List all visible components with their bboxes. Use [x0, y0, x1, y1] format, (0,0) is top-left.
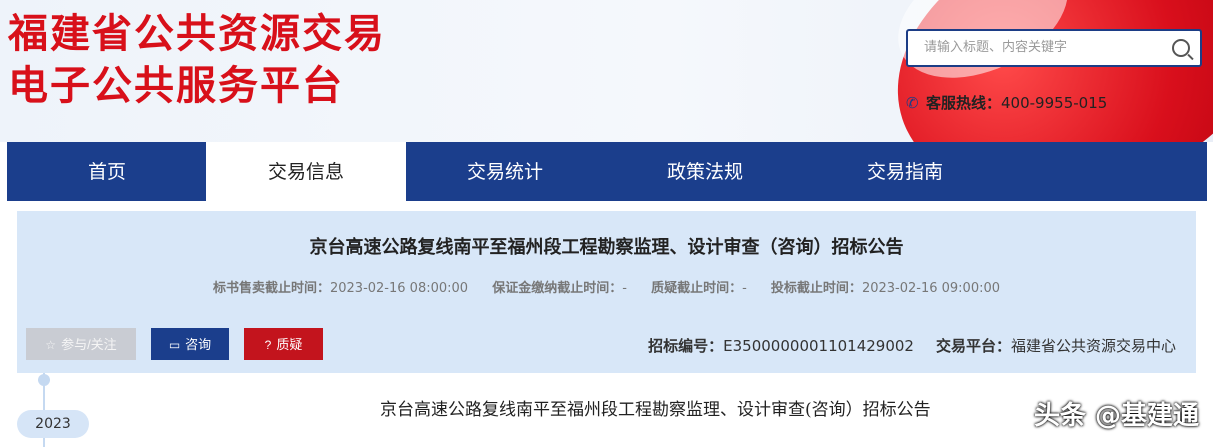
- star-icon: ☆: [45, 338, 57, 352]
- watermark: 头条 @基建通: [1033, 401, 1199, 431]
- search-box: [906, 29, 1202, 67]
- site-logo[interactable]: 福建省公共资源交易 电子公共服务平台: [8, 8, 386, 112]
- nav-item-trade-stats[interactable]: 交易统计: [405, 142, 605, 201]
- nav-item-guide[interactable]: 交易指南: [805, 142, 1005, 201]
- nav-item-trade-info[interactable]: 交易信息: [206, 142, 406, 201]
- bid-no-label: 招标编号：: [648, 337, 724, 355]
- platform-value: 福建省公共资源交易中心: [1010, 337, 1176, 355]
- phone-icon: ✆: [906, 94, 919, 112]
- consult-button[interactable]: ▭ 咨询: [151, 328, 229, 360]
- site-header: 福建省公共资源交易 电子公共服务平台 ✆ 客服热线：400-9955-015: [0, 0, 1213, 142]
- notice-info: 招标编号：E3500000001101429002 交易平台：福建省公共资源交易中…: [648, 335, 1176, 356]
- meta-bid-deadline: 投标截止时间：2023-02-16 09:00:00: [770, 281, 1001, 296]
- follow-button[interactable]: ☆ 参与/关注: [26, 328, 136, 360]
- nav-item-home[interactable]: 首页: [7, 142, 207, 201]
- hotline: ✆ 客服热线：400-9955-015: [906, 92, 1107, 113]
- hotline-label: 客服热线：: [926, 94, 1002, 112]
- nav-item-policy[interactable]: 政策法规: [605, 142, 805, 201]
- meta-query-deadline: 质疑截止时间：-: [651, 281, 747, 296]
- bid-no: E3500000001101429002: [723, 337, 914, 355]
- logo-line1: 福建省公共资源交易: [8, 11, 386, 57]
- timeline-year[interactable]: 2023: [17, 410, 89, 438]
- query-button[interactable]: ? 质疑: [244, 328, 323, 360]
- main-nav: 首页 交易信息 交易统计 政策法规 交易指南: [7, 142, 1207, 201]
- notice-meta: 标书售卖截止时间：2023-02-16 08:00:00 保证金缴纳截止时间：-…: [17, 277, 1196, 296]
- hotline-number: 400-9955-015: [1001, 94, 1108, 112]
- search-input[interactable]: [922, 39, 1166, 56]
- question-icon: ?: [264, 338, 272, 352]
- timeline-dot: [38, 374, 50, 386]
- notice-panel: 京台高速公路复线南平至福州段工程勘察监理、设计审查（咨询）招标公告 标书售卖截止…: [17, 211, 1196, 373]
- meta-sale-deadline: 标书售卖截止时间：2023-02-16 08:00:00: [212, 281, 469, 296]
- platform-label: 交易平台：: [935, 337, 1011, 355]
- notice-title: 京台高速公路复线南平至福州段工程勘察监理、设计审查（咨询）招标公告: [309, 237, 904, 258]
- content-subtitle: 京台高速公路复线南平至福州段工程勘察监理、设计审查(咨询）招标公告: [380, 400, 931, 420]
- search-icon[interactable]: [1172, 39, 1190, 57]
- logo-line2: 电子公共服务平台: [8, 63, 344, 109]
- chat-icon: ▭: [168, 338, 181, 352]
- meta-deposit-deadline: 保证金缴纳截止时间：-: [492, 281, 627, 296]
